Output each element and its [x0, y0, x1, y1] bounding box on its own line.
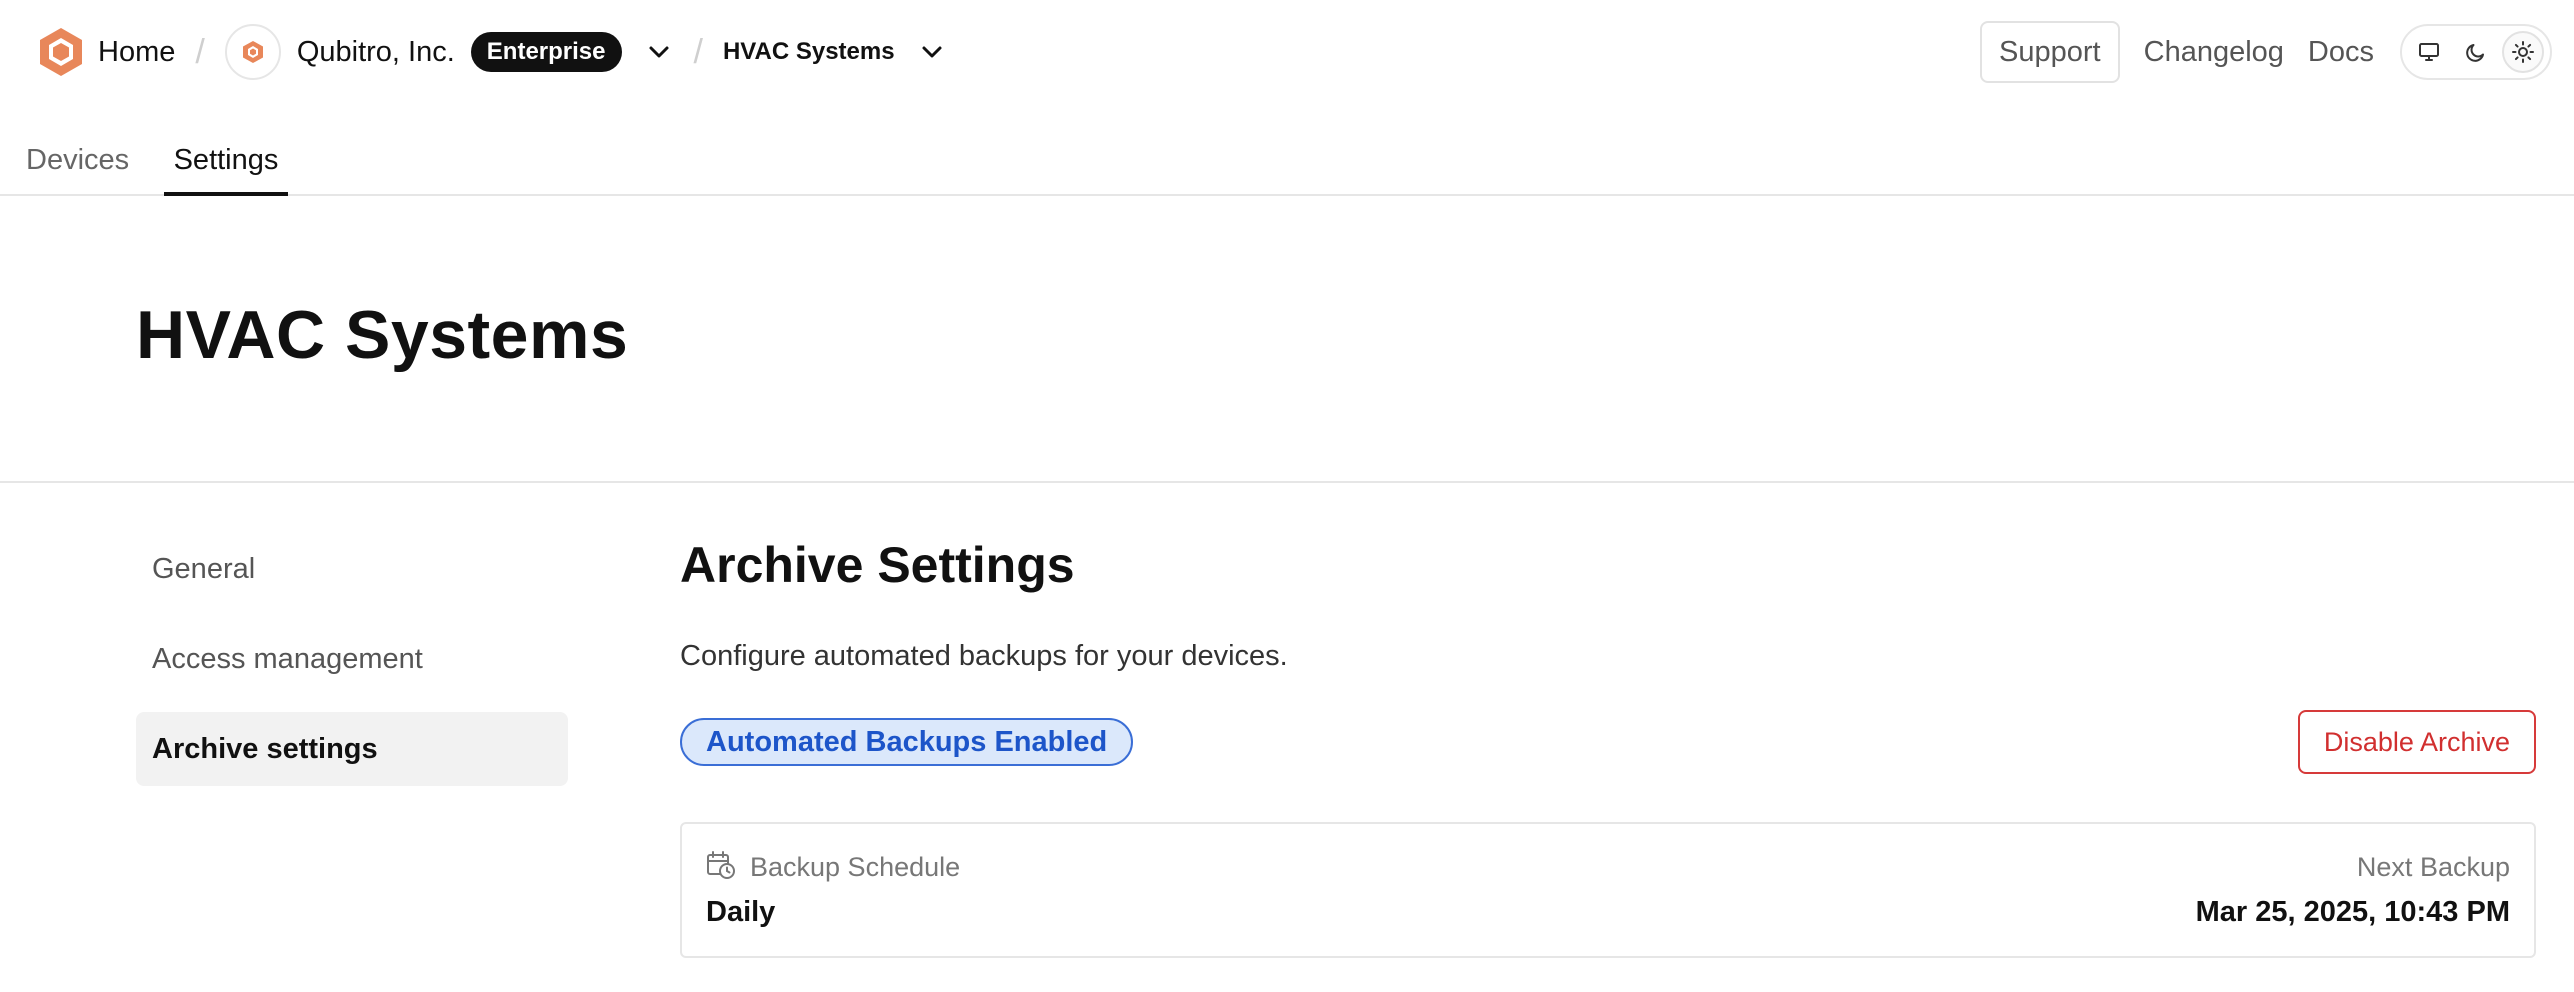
section-divider	[0, 481, 2574, 483]
org-switcher-chevron-down-icon[interactable]	[644, 37, 674, 67]
section-description: Configure automated backups for your dev…	[680, 640, 1288, 672]
section-title: Archive Settings	[680, 537, 1075, 593]
next-backup-label: Next Backup	[2356, 852, 2510, 882]
main-tabs: Devices Settings	[0, 120, 2574, 196]
plan-badge: Enterprise	[470, 32, 622, 72]
next-backup: Next Backup Mar 25, 2025, 10:43 PM	[2196, 850, 2510, 929]
header-actions: Support Changelog Docs	[1980, 21, 2552, 83]
schedule-label: Backup Schedule	[750, 851, 961, 882]
backup-schedule-card: Backup Schedule Daily Next Backup Mar 25…	[680, 822, 2536, 958]
theme-switcher	[2400, 24, 2552, 80]
monitor-icon[interactable]	[2408, 31, 2450, 73]
tab-devices[interactable]: Devices	[26, 120, 129, 196]
top-bar: Home / Qubitro, Inc. Enterprise / HVAC S…	[0, 0, 2574, 104]
status-badge: Automated Backups Enabled	[680, 718, 1134, 766]
breadcrumb-separator: /	[693, 32, 703, 71]
moon-icon[interactable]	[2455, 31, 2497, 73]
next-backup-value: Mar 25, 2025, 10:43 PM	[2195, 896, 2510, 928]
archive-settings-section: Archive Settings Configure automated bac…	[680, 536, 2536, 958]
breadcrumb-org-name[interactable]: Qubitro, Inc.	[297, 36, 455, 69]
support-button[interactable]: Support	[1980, 21, 2120, 83]
docs-link[interactable]: Docs	[2308, 36, 2374, 69]
page-title: HVAC Systems	[136, 297, 629, 373]
schedule-value: Daily	[706, 896, 776, 928]
breadcrumb-separator: /	[195, 32, 205, 71]
backup-schedule: Backup Schedule Daily	[706, 850, 960, 929]
tab-settings[interactable]: Settings	[164, 120, 288, 196]
sidebar-item-general[interactable]: General	[136, 532, 568, 606]
disable-archive-button[interactable]: Disable Archive	[2297, 710, 2536, 774]
project-switcher-chevron-down-icon[interactable]	[917, 37, 947, 67]
org-avatar[interactable]	[224, 24, 281, 80]
sidebar-item-archive-settings[interactable]: Archive settings	[136, 712, 568, 786]
qubitro-logo-icon[interactable]	[38, 26, 84, 78]
sidebar-item-access-management[interactable]: Access management	[136, 622, 568, 696]
settings-sidebar: General Access management Archive settin…	[136, 532, 568, 802]
changelog-link[interactable]: Changelog	[2144, 36, 2284, 69]
breadcrumb-home-link[interactable]: Home	[98, 36, 175, 69]
org-logo-icon	[242, 41, 263, 63]
sun-icon[interactable]	[2502, 31, 2544, 73]
breadcrumb-project-name[interactable]: HVAC Systems	[723, 38, 895, 66]
breadcrumb: Home / Qubitro, Inc. Enterprise / HVAC S…	[38, 24, 947, 80]
calendar-clock-icon	[706, 850, 736, 885]
